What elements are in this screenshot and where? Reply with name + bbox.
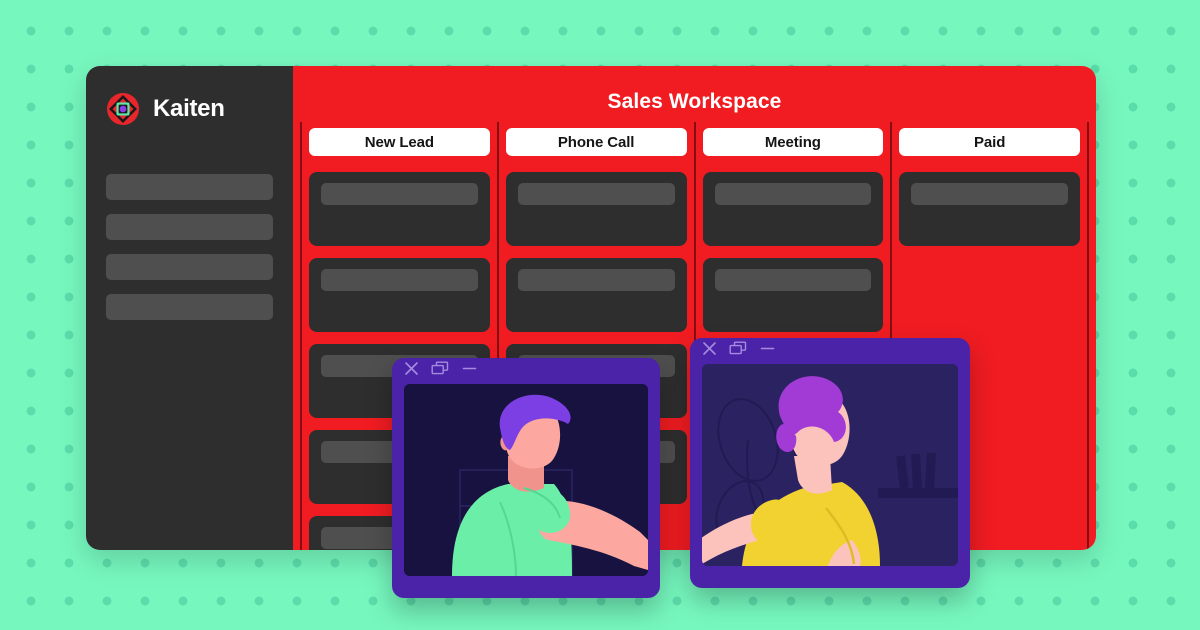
column-header-new-lead[interactable]: New Lead xyxy=(309,128,490,156)
card[interactable] xyxy=(505,172,687,246)
card-title-placeholder xyxy=(517,269,675,291)
person-illustration-green xyxy=(404,384,648,576)
minimize-icon[interactable] xyxy=(760,341,775,361)
card-title-placeholder xyxy=(911,183,1068,205)
board-column-paid: Paid xyxy=(899,122,1089,550)
close-icon[interactable] xyxy=(404,361,419,381)
video-feed-right xyxy=(702,364,958,566)
video-call-window-right[interactable] xyxy=(690,338,970,588)
minimize-icon[interactable] xyxy=(462,361,477,381)
kaiten-logo-icon xyxy=(106,92,140,126)
card[interactable] xyxy=(309,172,490,246)
sidebar-item-placeholder-1[interactable] xyxy=(106,174,273,200)
window-titlebar xyxy=(392,358,660,384)
column-title: Paid xyxy=(973,133,1006,151)
page-title: Sales Workspace xyxy=(607,90,782,113)
brand-name: Kaiten xyxy=(153,95,225,122)
column-title: New Lead xyxy=(364,133,434,151)
sidebar-item-placeholder-3[interactable] xyxy=(106,254,273,280)
card[interactable] xyxy=(505,258,687,332)
column-title: Phone Call xyxy=(557,133,635,151)
column-header-phone-call[interactable]: Phone Call xyxy=(505,128,687,156)
column-title: Meeting xyxy=(764,133,821,151)
person-illustration-yellow xyxy=(702,364,958,566)
video-call-window-left[interactable] xyxy=(392,358,660,598)
card-title-placeholder xyxy=(517,183,675,205)
card[interactable] xyxy=(702,258,884,332)
sidebar: Kaiten xyxy=(86,66,293,550)
sidebar-item-placeholder-2[interactable] xyxy=(106,214,273,240)
sidebar-item-placeholder-4[interactable] xyxy=(106,294,273,320)
video-feed-left xyxy=(404,384,648,576)
card-title-placeholder xyxy=(714,269,872,291)
card[interactable] xyxy=(702,172,884,246)
brand[interactable]: Kaiten xyxy=(106,92,273,126)
card[interactable] xyxy=(899,172,1080,246)
card-title-placeholder xyxy=(321,183,478,205)
card[interactable] xyxy=(309,258,490,332)
restore-icon[interactable] xyxy=(431,361,450,381)
column-header-meeting[interactable]: Meeting xyxy=(702,128,884,156)
card-title-placeholder xyxy=(714,183,872,205)
close-icon[interactable] xyxy=(702,341,717,361)
column-header-paid[interactable]: Paid xyxy=(899,128,1080,156)
restore-icon[interactable] xyxy=(729,341,748,361)
card-title-placeholder xyxy=(321,269,478,291)
window-titlebar xyxy=(690,338,970,364)
